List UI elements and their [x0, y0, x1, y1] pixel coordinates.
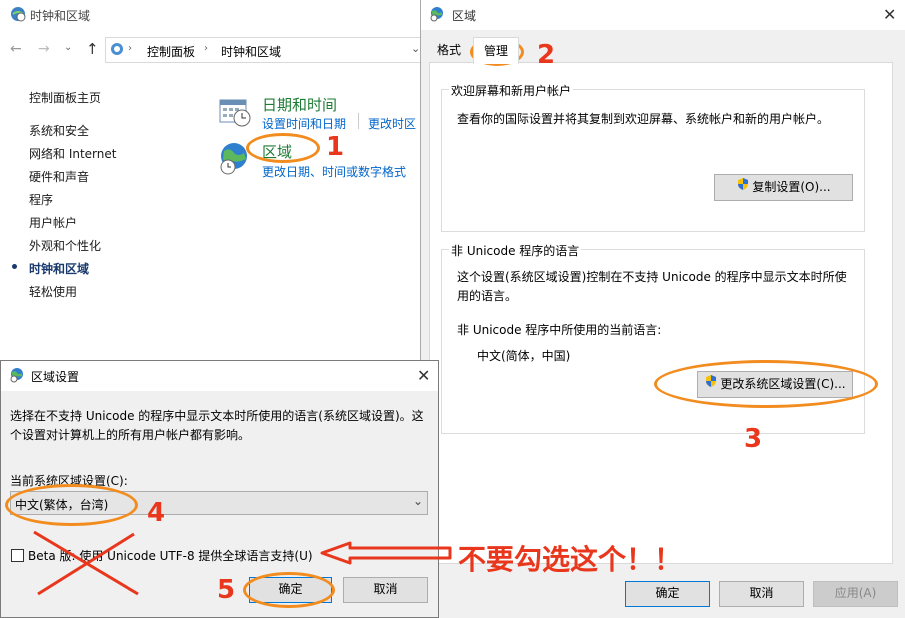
uac-shield-icon	[736, 175, 750, 200]
up-arrow-icon[interactable]: ↑	[86, 40, 99, 58]
close-icon[interactable]: ✕	[417, 366, 430, 385]
sidebar-item-home[interactable]: 控制面板主页	[29, 89, 101, 106]
chevron-down-icon: ⌄	[413, 494, 424, 508]
link-divider	[358, 113, 359, 129]
set-time-date-link[interactable]: 设置时间和日期	[262, 115, 346, 132]
history-chevron-icon[interactable]: ⌄	[64, 42, 72, 53]
back-arrow-icon[interactable]: ←	[10, 41, 22, 57]
breadcrumb-clock-region[interactable]: 时钟和区域	[221, 43, 281, 60]
datetime-heading[interactable]: 日期和时间	[262, 94, 337, 115]
sidebar-item-programs[interactable]: 程序	[29, 191, 53, 208]
unicode-desc-line2: 用的语言。	[457, 289, 518, 303]
annotation-circle-region	[246, 133, 320, 163]
change-timezone-link[interactable]: 更改时区	[368, 115, 416, 132]
locale-cancel-button[interactable]: 取消	[343, 577, 428, 603]
sidebar-item-user-accounts[interactable]: 用户帐户	[29, 214, 77, 231]
forward-arrow-icon[interactable]: →	[38, 41, 50, 57]
annotation-circle-locale-select	[5, 484, 138, 526]
annotation-red-cross	[30, 528, 142, 598]
globe-icon	[429, 6, 445, 22]
region-titlebar	[421, 0, 905, 30]
tab-formats[interactable]: 格式	[429, 39, 469, 61]
sidebar-item-ease-of-access[interactable]: 轻松使用	[29, 283, 77, 300]
breadcrumb-control-panel[interactable]: 控制面板	[147, 43, 195, 60]
copy-settings-label: 复制设置(O)...	[752, 180, 831, 194]
annotation-warning-text: 不要勾选这个！！	[458, 543, 683, 576]
annotation-red-arrow	[318, 540, 454, 566]
locale-desc-line1: 选择在不支持 Unicode 的程序中显示文本时所使用的语言(系统区域设置)。这	[10, 409, 424, 423]
unicode-group-title: 非 Unicode 程序的语言	[449, 242, 582, 259]
address-dropdown-icon[interactable]: ⌄	[411, 42, 420, 55]
current-language-label: 非 Unicode 程序中所使用的当前语言:	[457, 323, 662, 337]
sidebar-item-hardware-sound[interactable]: 硬件和声音	[29, 168, 89, 185]
copy-settings-button[interactable]: 复制设置(O)...	[714, 174, 853, 201]
region-cancel-button[interactable]: 取消	[719, 581, 804, 607]
current-bullet	[12, 264, 17, 269]
change-format-link[interactable]: 更改日期、时间或数字格式	[262, 163, 406, 180]
current-language-value: 中文(简体，中国)	[477, 349, 571, 363]
welcome-desc: 查看你的国际设置并将其复制到欢迎屏幕、系统帐户和新的用户帐户。	[457, 112, 830, 126]
annotation-circle-change-locale	[654, 360, 878, 408]
globe-icon	[9, 367, 25, 383]
calendar-clock-icon	[218, 94, 252, 128]
clock-region-icon	[10, 6, 26, 22]
annotation-number-5: 5	[217, 575, 236, 605]
window-title: 时钟和区域	[30, 9, 91, 23]
breadcrumb-separator: ›	[128, 43, 132, 54]
unicode-desc-line1: 这个设置(系统区域设置)控制在不支持 Unicode 的程序中显示文本时所使	[457, 270, 847, 284]
locale-desc-line2: 个设置对计算机上的所有用户帐户都有影响。	[10, 428, 251, 442]
annotation-number-2: 2	[537, 40, 556, 70]
control-panel-icon	[110, 42, 124, 56]
sidebar-item-network[interactable]: 网络和 Internet	[29, 145, 116, 162]
sidebar-item-system-security[interactable]: 系统和安全	[29, 122, 89, 139]
tab-administrative[interactable]: 管理	[473, 37, 519, 64]
region-dialog-title: 区域	[452, 9, 477, 23]
sidebar-item-clock-region[interactable]: 时钟和区域	[29, 260, 89, 277]
close-icon[interactable]: ✕	[883, 5, 896, 24]
region-ok-button[interactable]: 确定	[625, 581, 710, 607]
welcome-group-title: 欢迎屏幕和新用户帐户	[449, 82, 574, 99]
sidebar-item-appearance[interactable]: 外观和个性化	[29, 237, 101, 254]
annotation-number-1: 1	[326, 132, 345, 162]
locale-dialog-title: 区域设置	[31, 370, 80, 384]
beta-utf8-checkbox[interactable]	[11, 549, 24, 562]
annotation-circle-ok	[243, 572, 335, 608]
breadcrumb-separator: ›	[204, 43, 208, 54]
annotation-number-3: 3	[744, 424, 763, 454]
region-apply-button[interactable]: 应用(A)	[813, 581, 898, 607]
region-dialog: 区域 ✕ 格式 管理 欢迎屏幕和新用户帐户 查看你的国际设置并将其复制到欢迎屏幕…	[420, 0, 905, 618]
annotation-number-4: 4	[147, 498, 166, 528]
